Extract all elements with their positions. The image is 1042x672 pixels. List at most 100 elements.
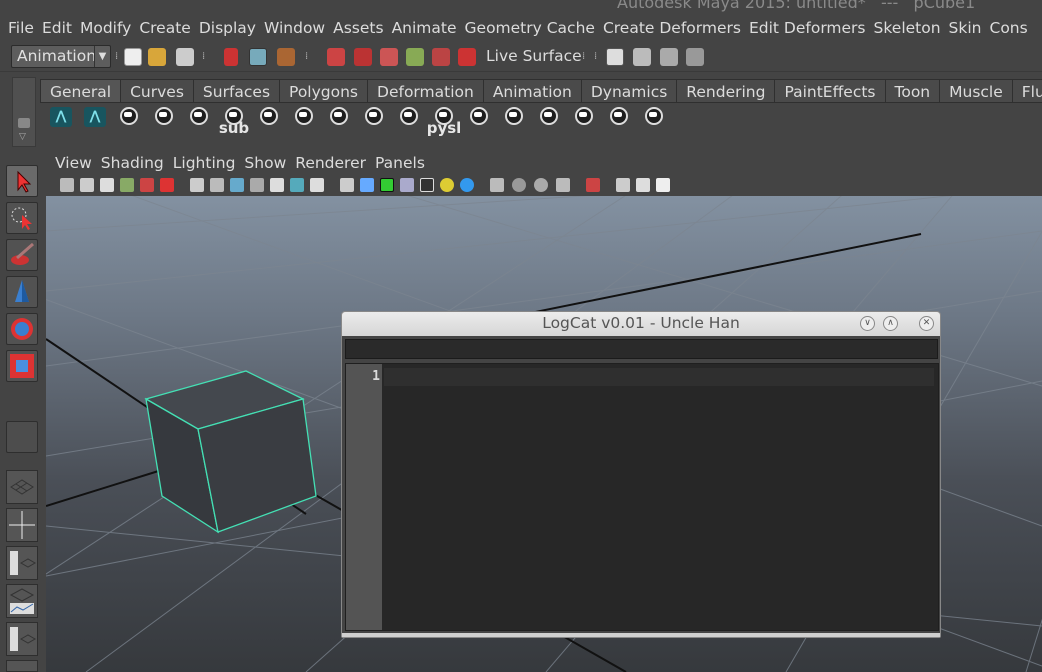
panel-menu-lighting[interactable]: Lighting — [164, 149, 236, 176]
menu-set-dropdown[interactable]: Animation ▼ — [11, 45, 111, 68]
maximize-button[interactable]: ∧ — [883, 316, 898, 331]
grease-pencil-icon[interactable] — [160, 178, 174, 192]
camera-attributes-icon[interactable] — [80, 178, 94, 192]
2d-pan-zoom-icon[interactable] — [140, 178, 154, 192]
smooth-shade-icon[interactable] — [360, 178, 374, 192]
isolate-select-icon[interactable] — [586, 178, 600, 192]
panel-menu-shading[interactable]: Shading — [92, 149, 164, 176]
shelf-options-handle[interactable]: ▽ — [12, 77, 36, 147]
wireframe-on-shaded-icon[interactable] — [380, 178, 394, 192]
shelf-button[interactable] — [359, 107, 389, 137]
shelf-button[interactable] — [639, 107, 669, 137]
shelf-tab-muscle[interactable]: Muscle — [939, 79, 1012, 103]
shelf-tab-painteffects[interactable]: PaintEffects — [774, 79, 885, 103]
menu-window[interactable]: Window — [256, 16, 325, 42]
menu-skeleton[interactable]: Skeleton — [866, 16, 941, 42]
depth-of-field-icon[interactable] — [556, 178, 570, 192]
image-plane-icon[interactable] — [120, 178, 134, 192]
close-button[interactable]: ✕ — [919, 316, 934, 331]
snap-view-plane-icon[interactable] — [406, 48, 424, 66]
menu-animate[interactable]: Animate — [384, 16, 457, 42]
hypershade-persp-layout-icon[interactable] — [6, 622, 38, 656]
menu-create[interactable]: Create — [131, 16, 191, 42]
persp-relationship-layout-icon[interactable] — [6, 660, 38, 672]
shelf-tab-toon[interactable]: Toon — [884, 79, 940, 103]
use-all-lights-icon[interactable] — [440, 178, 454, 192]
xray-components-icon[interactable] — [656, 178, 670, 192]
select-hierarchy-icon[interactable] — [224, 48, 238, 66]
ipr-render-icon[interactable] — [660, 48, 678, 66]
grid-toggle-icon[interactable] — [190, 178, 204, 192]
menu-display[interactable]: Display — [191, 16, 256, 42]
resolution-gate-icon[interactable] — [230, 178, 244, 192]
render-settings-icon[interactable] — [606, 48, 624, 66]
menu-create-deformers[interactable]: Create Deformers — [595, 16, 741, 42]
persp-graph-layout-icon[interactable] — [6, 584, 38, 618]
lasso-tool-icon[interactable] — [6, 202, 38, 234]
safe-title-icon[interactable] — [310, 178, 324, 192]
camera-select-icon[interactable] — [60, 178, 74, 192]
shelf-tab-rendering[interactable]: Rendering — [676, 79, 775, 103]
multisample-aa-icon[interactable] — [534, 178, 548, 192]
shelf-button[interactable] — [149, 107, 179, 137]
safe-action-icon[interactable] — [290, 178, 304, 192]
shelf-button[interactable] — [184, 107, 214, 137]
live-surface-field[interactable]: Live Surface — [486, 47, 582, 65]
save-scene-icon[interactable] — [176, 48, 194, 66]
shelf-tab-dynamics[interactable]: Dynamics — [580, 79, 677, 103]
checker-texture-icon[interactable] — [420, 178, 434, 192]
single-perspective-layout-icon[interactable] — [6, 470, 38, 504]
snap-curve-icon[interactable] — [354, 48, 372, 66]
panel-menu-show[interactable]: Show — [235, 149, 286, 176]
shelf-tab-curves[interactable]: Curves — [120, 79, 193, 103]
shelf-button[interactable]: ⋀ — [46, 107, 76, 137]
bookmarks-icon[interactable] — [100, 178, 114, 192]
shelf-button[interactable] — [324, 107, 354, 137]
menu-cons[interactable]: Cons — [982, 16, 1028, 42]
shelf-button[interactable]: ⋀ — [80, 107, 110, 137]
shelf-button[interactable] — [114, 107, 144, 137]
pcube1-wireframe[interactable] — [144, 370, 317, 534]
render-current-frame-icon[interactable] — [633, 48, 651, 66]
wireframe-mode-icon[interactable] — [340, 178, 354, 192]
snap-grid-icon[interactable] — [327, 48, 345, 66]
motion-blur-icon[interactable] — [512, 178, 526, 192]
xray-joints-icon[interactable] — [636, 178, 650, 192]
logcat-titlebar[interactable]: LogCat v0.01 - Uncle Han ∨ ∧ ✕ — [342, 312, 940, 336]
panel-menu-view[interactable]: View — [46, 149, 92, 176]
shelf-button[interactable] — [394, 107, 424, 137]
shelf-button[interactable]: sub — [219, 107, 249, 137]
log-command-input[interactable] — [345, 339, 938, 359]
xray-icon[interactable] — [616, 178, 630, 192]
shelf-button[interactable] — [569, 107, 599, 137]
menu-assets[interactable]: Assets — [325, 16, 383, 42]
shelf-button[interactable] — [604, 107, 634, 137]
shelf-button[interactable] — [464, 107, 494, 137]
shelf-button[interactable] — [499, 107, 529, 137]
shelf-button[interactable] — [254, 107, 284, 137]
menu-modify[interactable]: Modify — [72, 16, 131, 42]
panel-menu-renderer[interactable]: Renderer — [286, 149, 366, 176]
field-chart-icon[interactable] — [270, 178, 284, 192]
shelf-tab-general[interactable]: General — [40, 79, 121, 103]
shadows-icon[interactable] — [460, 178, 474, 192]
gate-mask-icon[interactable] — [250, 178, 264, 192]
menu-edit-deformers[interactable]: Edit Deformers — [741, 16, 866, 42]
shelf-tab-deformation[interactable]: Deformation — [367, 79, 483, 103]
shelf-tab-surfaces[interactable]: Surfaces — [192, 79, 280, 103]
menu-edit[interactable]: Edit — [34, 16, 72, 42]
film-gate-icon[interactable] — [210, 178, 224, 192]
persp-outliner-layout-icon[interactable] — [6, 546, 38, 580]
shelf-button[interactable] — [534, 107, 564, 137]
paint-select-tool-icon[interactable] — [6, 239, 38, 271]
new-scene-icon[interactable] — [124, 48, 142, 66]
snap-point-icon[interactable] — [380, 48, 398, 66]
menu-file[interactable]: File — [0, 16, 34, 42]
last-tool-slot[interactable] — [6, 421, 38, 453]
select-tool-icon[interactable] — [6, 165, 38, 197]
shelf-tab-polygons[interactable]: Polygons — [279, 79, 368, 103]
menu-skin[interactable]: Skin — [941, 16, 982, 42]
shelf-tab-fluids[interactable]: Fluids — [1011, 79, 1042, 103]
select-object-icon[interactable] — [249, 48, 267, 66]
select-component-icon[interactable] — [277, 48, 295, 66]
